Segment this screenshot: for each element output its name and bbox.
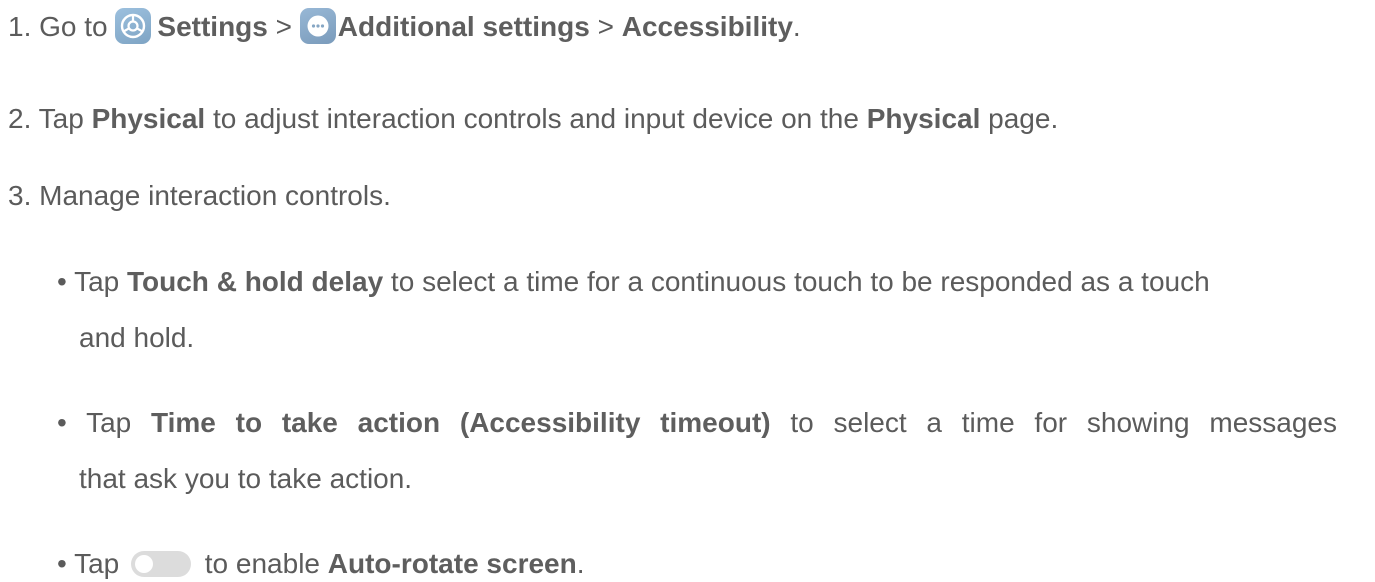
settings-gear-icon xyxy=(115,8,152,44)
physical-label: Physical xyxy=(866,103,981,134)
bullet-3-middle: to enable xyxy=(197,548,328,579)
bullet-2: • Tap Time to take action (Accessibility… xyxy=(57,405,1357,441)
step-1-end: . xyxy=(792,11,801,42)
bullet-2-prefix: • Tap xyxy=(57,407,151,438)
step-1: 1. Go to Settings > Additional settings … xyxy=(8,8,801,44)
step-3-text: 3. Manage interaction controls. xyxy=(8,180,391,211)
auto-rotate-screen-label: Auto-rotate screen xyxy=(327,548,577,579)
bullet-1-cont-text: and hold. xyxy=(79,322,195,353)
bullet-3-prefix: • Tap xyxy=(57,548,127,579)
step-2-middle: to adjust interaction controls and input… xyxy=(205,103,867,134)
bullet-3: • Tap to enable Auto-rotate screen. xyxy=(57,546,585,582)
step-2-prefix: 2. Tap xyxy=(8,103,92,134)
separator: > xyxy=(589,11,622,42)
settings-label: Settings xyxy=(157,11,268,42)
step-1-prefix: 1. Go to xyxy=(8,11,116,42)
separator: > xyxy=(267,11,300,42)
bullet-2-cont-text: that ask you to take action. xyxy=(79,463,413,494)
bullet-2-continuation: that ask you to take action. xyxy=(79,461,412,497)
step-2-end: page. xyxy=(980,103,1059,134)
bullet-2-rest: to select a time for showing messages xyxy=(770,407,1337,438)
physical-label: Physical xyxy=(91,103,206,134)
time-to-take-action-label: Time to take action (Accessibility timeo… xyxy=(151,407,771,438)
additional-settings-label: Additional settings xyxy=(337,11,590,42)
accessibility-label: Accessibility xyxy=(621,11,793,42)
bullet-1-prefix: • Tap xyxy=(57,266,127,297)
more-dots-icon xyxy=(299,8,336,44)
bullet-1-rest: to select a time for a continuous touch … xyxy=(383,266,1210,297)
toggle-switch-icon xyxy=(131,551,191,577)
step-2: 2. Tap Physical to adjust interaction co… xyxy=(8,101,1058,137)
touch-hold-delay-label: Touch & hold delay xyxy=(127,266,384,297)
step-3: 3. Manage interaction controls. xyxy=(8,178,391,214)
bullet-3-end: . xyxy=(576,548,585,579)
bullet-1-continuation: and hold. xyxy=(79,320,194,356)
bullet-1: • Tap Touch & hold delay to select a tim… xyxy=(57,264,1357,300)
bullet-2-text: • Tap Time to take action (Accessibility… xyxy=(57,405,1337,441)
